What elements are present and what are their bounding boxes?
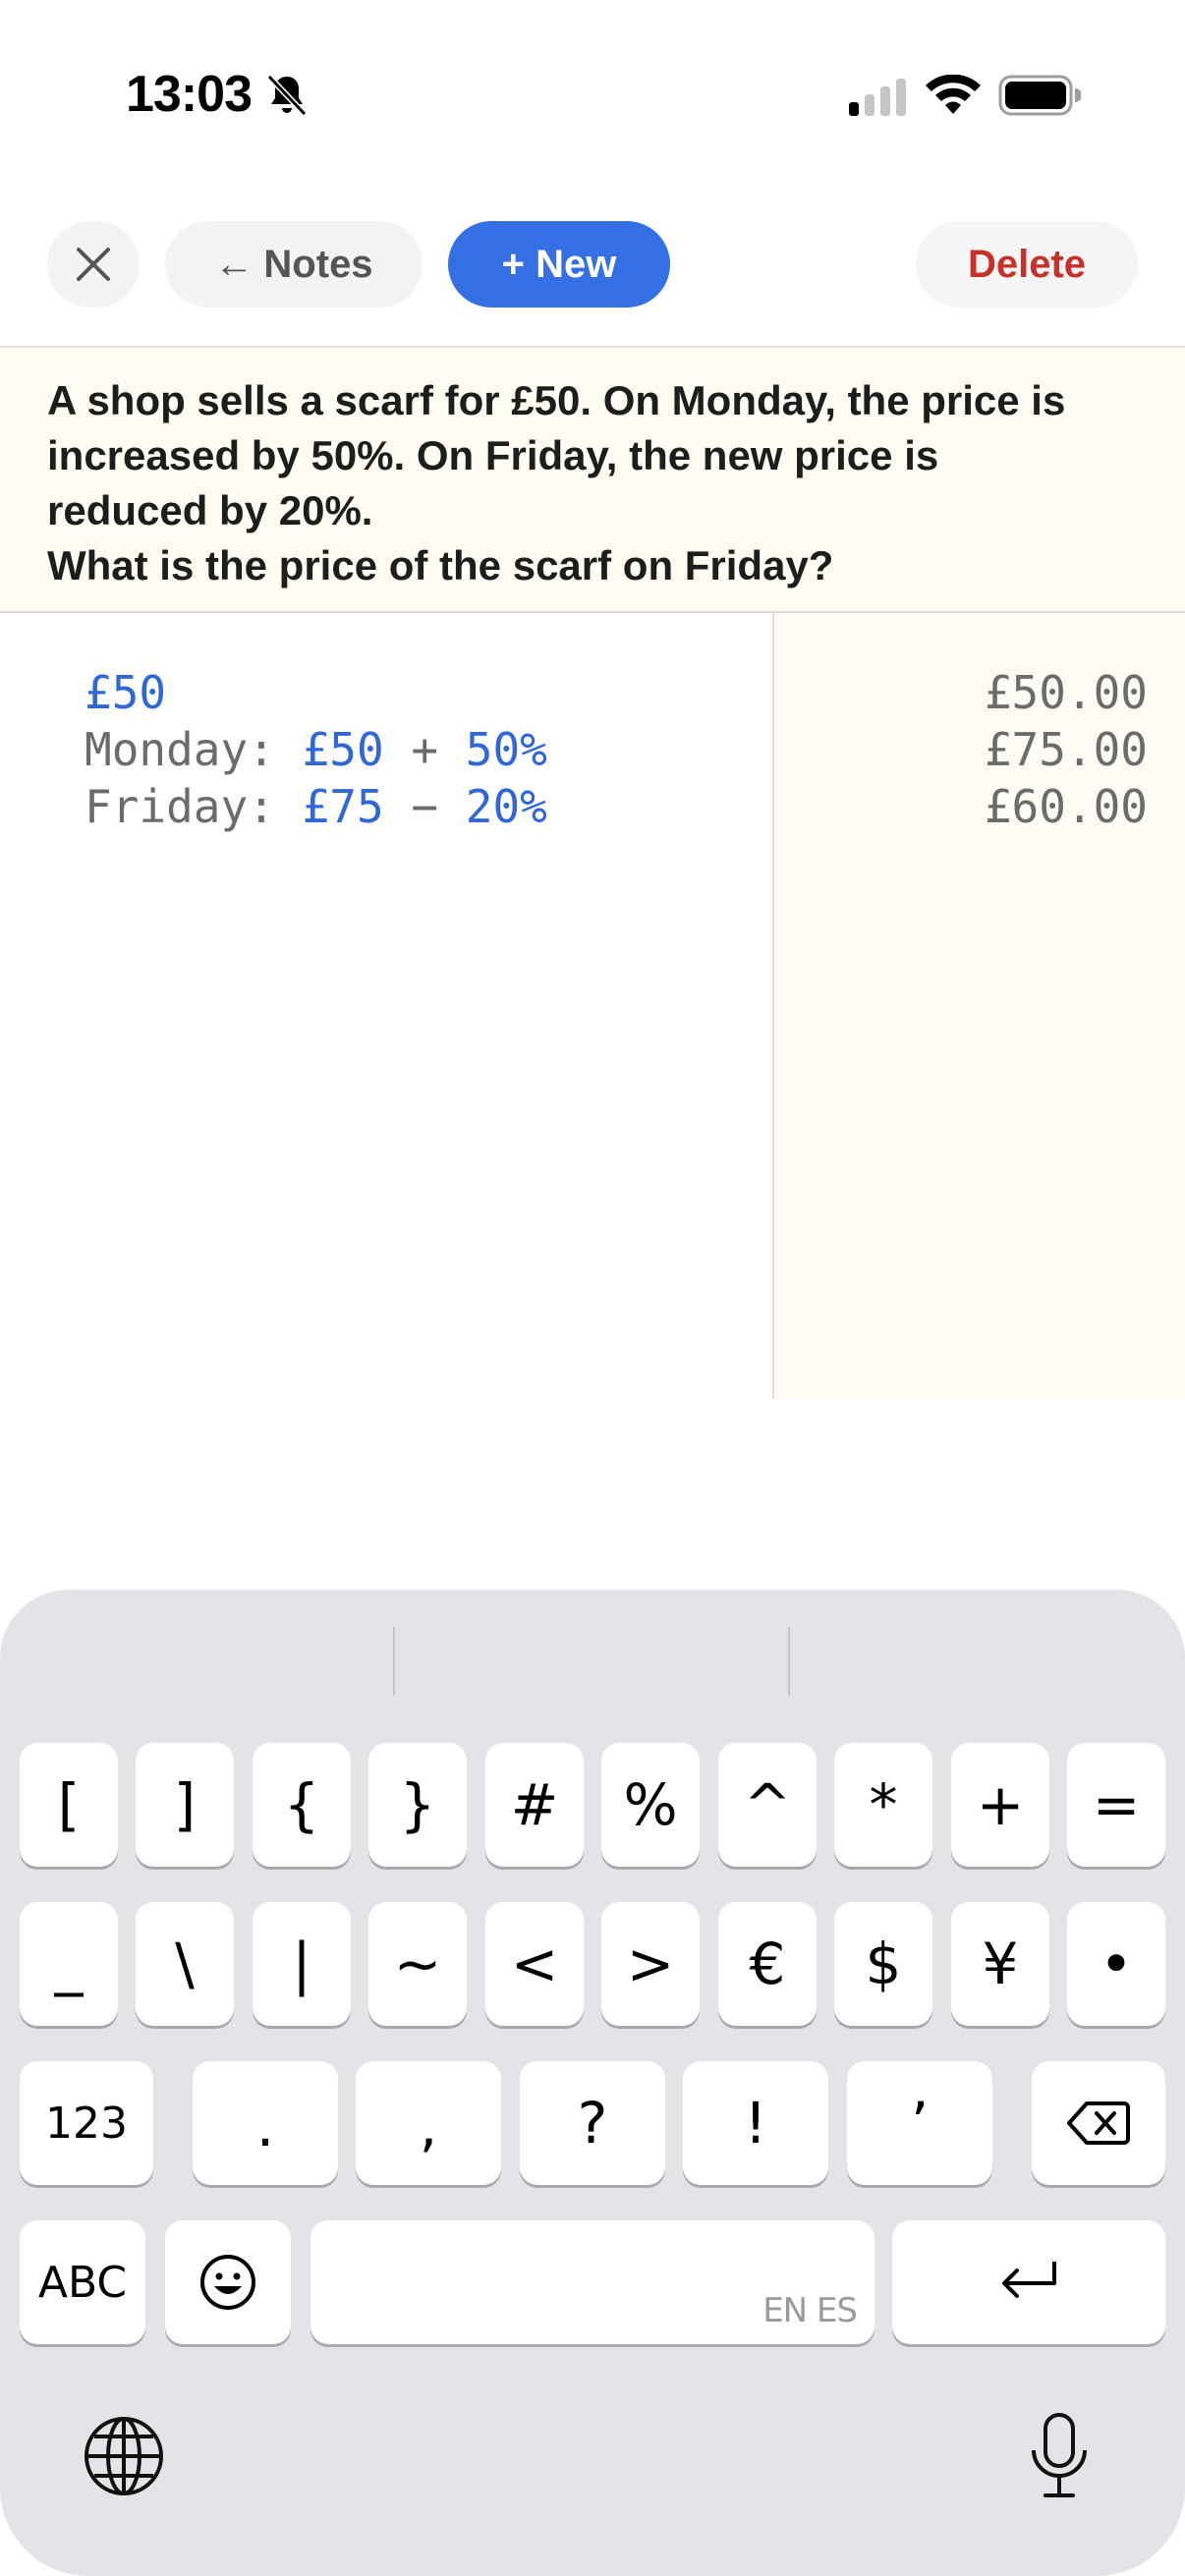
keyboard: [ ] { } # % ^ * + = _ \ | ~ < > € $ ¥ • … (0, 1590, 1185, 2576)
backspace-icon (1067, 2101, 1130, 2145)
close-button[interactable] (47, 221, 140, 308)
key[interactable]: * (834, 1743, 932, 1867)
emoji-icon (200, 2255, 255, 2310)
editor-value: 20% (465, 780, 547, 833)
new-note-button[interactable]: + New (448, 221, 670, 308)
result-value: £60.00 (984, 780, 1148, 833)
key[interactable]: _ (20, 1902, 118, 2026)
suggestion-separator (788, 1627, 790, 1696)
problem-line: increased by 50%. On Friday, the new pri… (47, 432, 939, 478)
bell-slash-icon (266, 74, 308, 117)
key[interactable]: < (485, 1902, 584, 2026)
globe-icon[interactable] (83, 2415, 165, 2497)
result-value: £50.00 (984, 666, 1148, 719)
key[interactable]: ] (136, 1743, 234, 1867)
close-icon (77, 248, 110, 281)
key[interactable]: $ (834, 1902, 932, 2026)
status-time: 13:03 (126, 66, 253, 123)
problem-line: reduced by 20%. (47, 487, 373, 533)
notes-label: Notes (263, 242, 373, 286)
back-arrow-icon: ← (214, 242, 254, 286)
abc-mode-key[interactable]: ABC (20, 2220, 145, 2344)
editor-label: Monday: (85, 723, 303, 776)
key[interactable]: , (356, 2061, 501, 2185)
key[interactable]: ^ (718, 1743, 817, 1867)
key[interactable]: • (1067, 1902, 1165, 2026)
backspace-key[interactable] (1032, 2061, 1165, 2185)
key[interactable]: ¥ (951, 1902, 1049, 2026)
editor-line[interactable]: £50 (85, 664, 166, 721)
key[interactable]: ’ (847, 2061, 992, 2185)
key[interactable]: . (193, 2061, 338, 2185)
editor-line[interactable]: Monday: £50 + 50% (85, 721, 547, 778)
key[interactable]: > (601, 1902, 700, 2026)
battery-icon (998, 75, 1081, 116)
result-value: £75.00 (984, 723, 1148, 776)
key[interactable]: % (601, 1743, 700, 1867)
problem-line: A shop sells a scarf for £50. On Monday,… (47, 377, 1066, 423)
language-hint: EN ES (762, 2291, 858, 2330)
editor-operator: + (383, 723, 466, 776)
editor-label: Friday: (85, 780, 303, 833)
suggestion-separator (393, 1627, 395, 1696)
toolbar: ← Notes + New Delete (0, 221, 1185, 309)
key[interactable]: \ (136, 1902, 234, 2026)
space-key[interactable]: EN ES (310, 2220, 875, 2344)
key[interactable]: [ (20, 1743, 118, 1867)
editor-value: £75 (302, 780, 384, 833)
key[interactable]: } (368, 1743, 467, 1867)
numbers-mode-key[interactable]: 123 (20, 2061, 153, 2185)
microphone-icon[interactable] (1028, 2411, 1091, 2501)
delete-button[interactable]: Delete (916, 221, 1138, 308)
key[interactable]: ~ (368, 1902, 467, 2026)
key[interactable]: € (718, 1902, 817, 2026)
editor-line[interactable]: Friday: £75 − 20% (85, 778, 547, 835)
key[interactable]: | (253, 1902, 351, 2026)
calculation-editor[interactable]: £50 Monday: £50 + 50% Friday: £75 − 20% (0, 613, 772, 1399)
key[interactable]: ! (683, 2061, 828, 2185)
editor-value: 50% (465, 723, 547, 776)
editor-operator: − (383, 780, 466, 833)
key[interactable]: = (1067, 1743, 1165, 1867)
return-icon (1002, 2262, 1056, 2298)
return-key[interactable] (892, 2220, 1165, 2344)
key[interactable]: ? (520, 2061, 665, 2185)
key[interactable]: { (253, 1743, 351, 1867)
editor-value: £50 (302, 723, 384, 776)
back-to-notes-button[interactable]: ← Notes (165, 221, 423, 308)
problem-statement: A shop sells a scarf for £50. On Monday,… (0, 348, 1185, 611)
key[interactable]: + (951, 1743, 1049, 1867)
key[interactable]: # (485, 1743, 584, 1867)
status-bar: 13:03 (0, 0, 1185, 187)
wifi-icon (926, 75, 981, 114)
problem-question: What is the price of the scarf on Friday… (47, 542, 834, 588)
editor-value: £50 (85, 666, 167, 719)
results-column: £50.00 £75.00 £60.00 (774, 613, 1185, 1399)
signal-icon (849, 79, 906, 116)
emoji-key[interactable] (165, 2220, 291, 2344)
